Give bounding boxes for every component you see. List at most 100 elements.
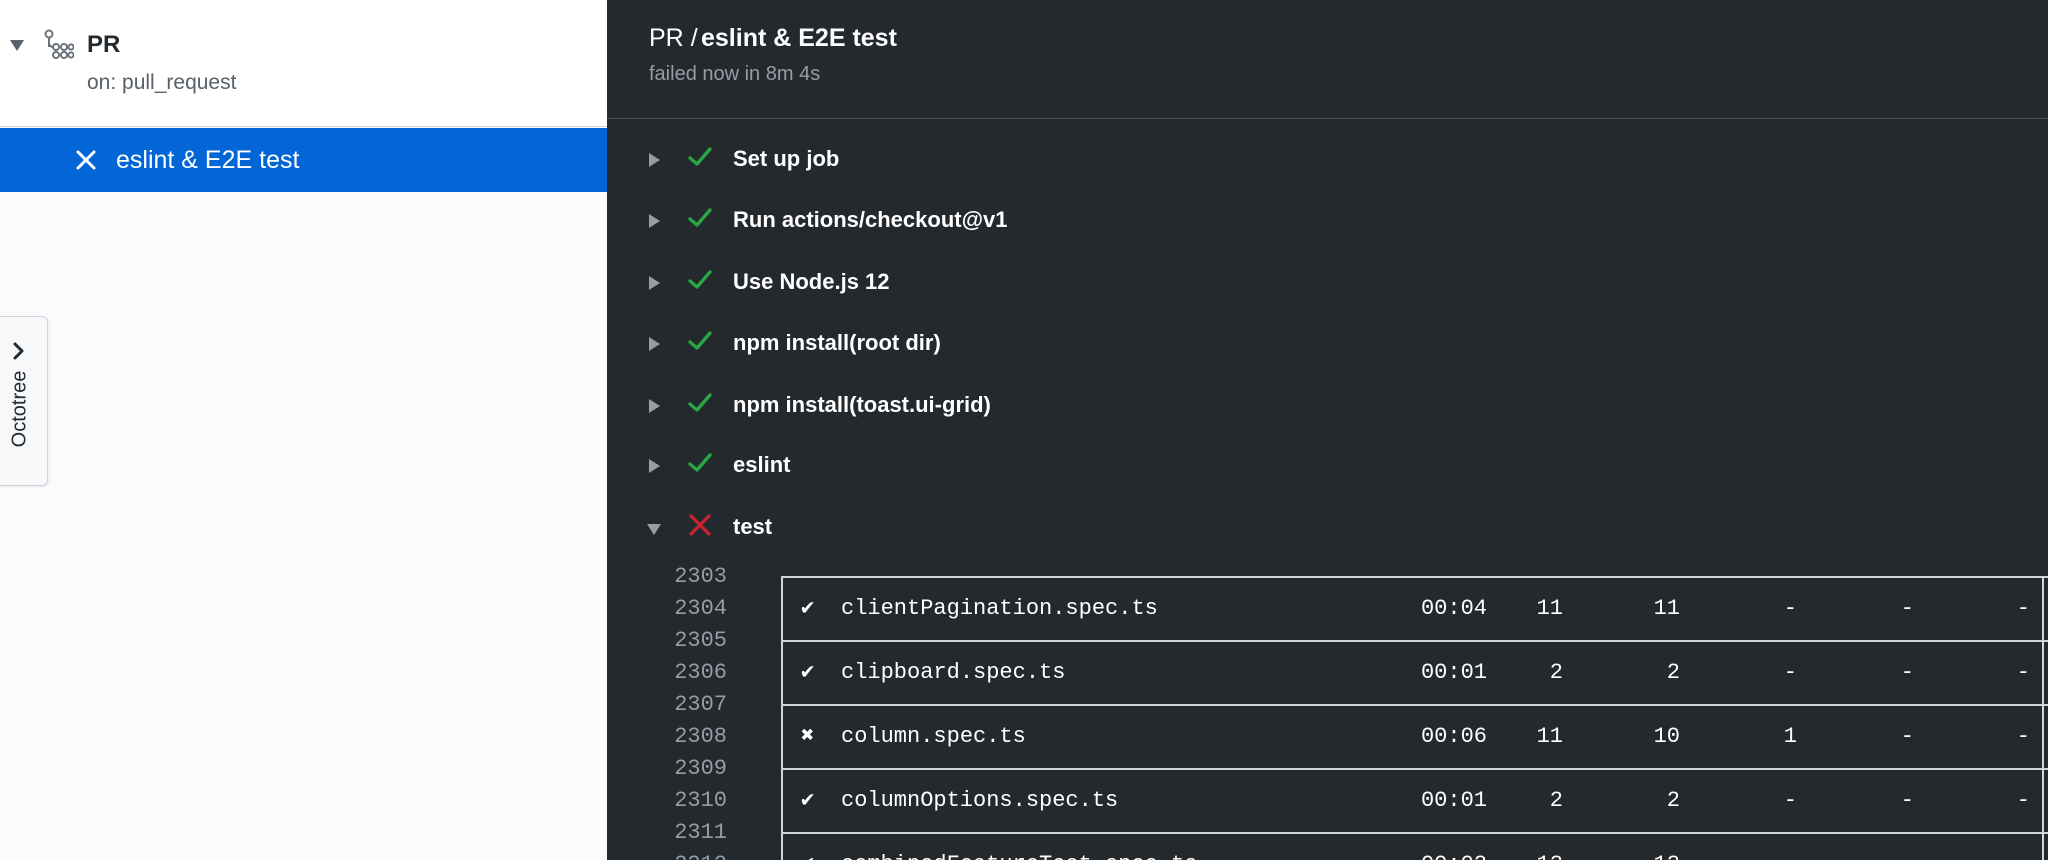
caret-right-icon[interactable] [649, 399, 660, 413]
log-line-row: 2308 ✖ column.spec.ts 00:06 11 10 1 - - [607, 721, 2048, 753]
sidebar-job-label: eslint & E2E test [116, 146, 300, 174]
table-rule [782, 832, 2048, 834]
line-number[interactable]: 2307 [647, 689, 727, 721]
spec-pending: - [1824, 849, 1914, 860]
spec-failing: - [1783, 788, 1797, 813]
table-border [2042, 576, 2044, 593]
line-number[interactable]: 2312 [647, 849, 727, 860]
log-line-row: 2310 ✔ columnOptions.spec.ts 00:01 2 2 - - - [607, 785, 2048, 817]
log-line-row: 2304 ✔ clientPagination.spec.ts 00:04 11 11 - -… [607, 593, 2048, 625]
log-line-separator: 2309 [607, 753, 2048, 785]
collapse-caret-icon[interactable] [10, 40, 24, 51]
table-rule [782, 640, 2048, 642]
table-border [781, 785, 783, 817]
step-use-node-js-12[interactable]: Use Node.js 12 [607, 255, 2048, 311]
breadcrumb-root[interactable]: PR [649, 24, 684, 52]
log-line-separator: 2305 [607, 625, 2048, 657]
spec-pending: - [1900, 596, 1914, 621]
table-border [781, 721, 783, 753]
table-border [781, 657, 783, 689]
spec-duration: 00:01 [1420, 660, 1487, 685]
step-npm-install-root-dir[interactable]: npm install(root dir) [607, 316, 2048, 372]
caret-right-icon[interactable] [649, 214, 660, 228]
pass-mark: ✔ [801, 788, 815, 813]
caret-down-icon[interactable] [647, 524, 661, 535]
workflow-title: PR [87, 31, 121, 58]
spec-pending: - [1900, 660, 1914, 685]
line-number[interactable]: 2310 [647, 785, 727, 817]
table-border [781, 689, 783, 721]
octotree-toggle[interactable]: Octotree [0, 316, 48, 486]
step-label: npm install(root dir) [733, 330, 941, 355]
line-number[interactable]: 2311 [647, 817, 727, 849]
log-line-row: 2312✔combinedFeatureTest.spec.ts00:03131… [607, 849, 2048, 860]
log-line-row: 2306 ✔ clipboard.spec.ts 00:01 2 2 - - - [607, 657, 2048, 689]
spec-failing: - [1783, 660, 1797, 685]
check-icon [688, 208, 712, 227]
check-icon [688, 331, 712, 350]
log-line-separator: 2307 [607, 689, 2048, 721]
caret-right-icon[interactable] [649, 337, 660, 351]
pass-mark: ✔ [801, 660, 815, 685]
step-eslint[interactable]: eslint [607, 438, 2048, 494]
spec-passing: 13 [1590, 849, 1680, 860]
page-title: eslint & E2E test [701, 24, 897, 52]
line-number[interactable]: 2308 [647, 721, 727, 753]
spec-pending: - [1900, 788, 1914, 813]
step-run-actions-checkout-v1[interactable]: Run actions/checkout@v1 [607, 193, 2048, 249]
workflow-trigger: on: pull_request [87, 71, 237, 94]
spec-skipped: - [2016, 724, 2030, 749]
breadcrumb-workflow[interactable]: PR / [649, 24, 698, 53]
table-border [781, 593, 783, 625]
line-number[interactable]: 2304 [647, 593, 727, 625]
step-label: eslint [733, 452, 791, 477]
table-border [2042, 849, 2044, 860]
table-border [2042, 785, 2044, 817]
table-border [2042, 657, 2044, 689]
step-npm-install-toast-ui-grid[interactable]: npm install(toast.ui-grid) [607, 378, 2048, 434]
step-label: Set up job [733, 146, 840, 171]
line-number[interactable]: 2303 [647, 561, 727, 593]
spec-tests: 2 [1549, 788, 1563, 813]
spec-name: clientPagination.spec.ts [841, 596, 1158, 621]
pass-mark: ✔ [801, 849, 814, 860]
line-number[interactable]: 2309 [647, 753, 727, 785]
spec-skipped: - [2016, 660, 2030, 685]
step-set-up-job[interactable]: Set up job [607, 132, 2048, 188]
table-border [2042, 625, 2044, 657]
table-rule [782, 768, 2048, 770]
chevron-right-icon [13, 342, 24, 360]
table-border [2042, 817, 2044, 849]
step-label: test [733, 514, 773, 539]
table-rule [782, 704, 2048, 706]
step-label: Use Node.js 12 [733, 269, 890, 294]
breadcrumb-separator: / [690, 24, 698, 52]
spec-duration: 00:04 [1420, 596, 1487, 621]
caret-right-icon[interactable] [649, 153, 660, 167]
step-test[interactable]: test [607, 500, 2048, 556]
caret-right-icon[interactable] [649, 459, 660, 473]
pass-mark: ✔ [801, 596, 815, 621]
table-border [2042, 689, 2044, 721]
spec-failing: 1 [1783, 724, 1797, 749]
spec-failing: - [1707, 849, 1797, 860]
check-icon [688, 270, 712, 289]
spec-duration: 00:06 [1420, 724, 1487, 749]
check-icon [688, 147, 712, 166]
workflow-header: PR on: pull_request [0, 0, 607, 127]
spec-tests: 11 [1536, 596, 1563, 621]
table-border [781, 849, 783, 860]
spec-name: column.spec.ts [841, 724, 1026, 749]
check-icon [688, 453, 712, 472]
caret-right-icon[interactable] [649, 276, 660, 290]
line-number[interactable]: 2305 [647, 625, 727, 657]
line-number[interactable]: 2306 [647, 657, 727, 689]
job-log-panel: PR / eslint & E2E test failed now in 8m … [607, 0, 2048, 860]
workflow-icon [44, 29, 74, 59]
log-line-separator: 2303 [607, 561, 2048, 593]
table-border [781, 625, 783, 657]
octotree-label: Octotree [8, 370, 31, 448]
spec-skipped: - [2016, 596, 2030, 621]
fail-mark: ✖ [801, 724, 815, 749]
table-rule [782, 576, 2048, 578]
